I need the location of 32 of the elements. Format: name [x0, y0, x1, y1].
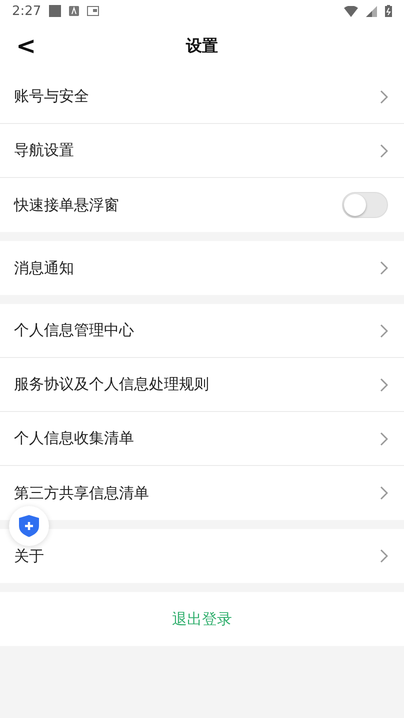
row-label: 消息通知: [14, 258, 75, 278]
row-label: 账号与安全: [14, 87, 90, 106]
notification-square-icon: [49, 5, 62, 17]
row-label: 个人信息收集清单: [14, 429, 135, 448]
row-label: 服务协议及个人信息处理规则: [14, 375, 210, 394]
chevron-right-icon: [380, 261, 388, 275]
settings-row[interactable]: 关于: [0, 529, 404, 583]
status-time: 2:27: [12, 4, 42, 18]
row-label: 导航设置: [14, 141, 75, 160]
card-icon: [87, 6, 100, 16]
chevron-right-icon: [380, 549, 388, 563]
settings-row[interactable]: 第三方共享信息清单: [0, 466, 404, 520]
row-label: 关于: [14, 546, 45, 566]
signal-icon: [366, 6, 377, 16]
letter-box-icon: [69, 6, 80, 16]
settings-row[interactable]: 快速接单悬浮窗: [0, 178, 404, 232]
page-title: 设置: [186, 36, 218, 56]
chevron-right-icon: [380, 90, 388, 104]
row-label: 第三方共享信息清单: [14, 484, 150, 502]
row-label: 快速接单悬浮窗: [14, 196, 120, 214]
shield-plus-icon: [19, 515, 39, 537]
chevron-right-icon: [380, 378, 388, 392]
row-label: 个人信息管理中心: [14, 321, 135, 340]
battery-icon: [385, 5, 392, 17]
chevron-right-icon: [380, 324, 388, 338]
chevron-right-icon: [380, 432, 388, 446]
back-button[interactable]: <: [10, 30, 42, 62]
toggle-switch[interactable]: [342, 192, 388, 218]
chevron-right-icon: [380, 486, 388, 500]
wifi-icon: [344, 6, 358, 16]
chevron-right-icon: [380, 144, 388, 158]
settings-row[interactable]: 消息通知: [0, 241, 404, 295]
